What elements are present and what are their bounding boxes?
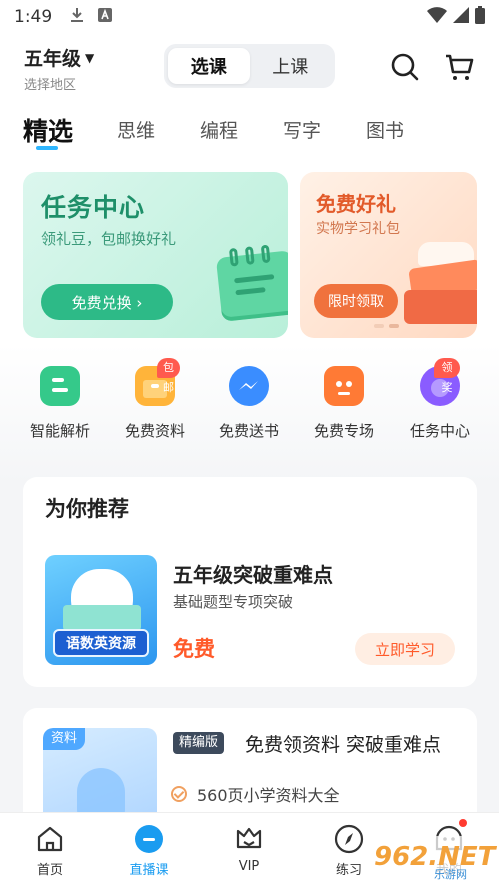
free-shipping-badge: 包邮	[157, 358, 180, 394]
tab-writing[interactable]: 写字	[283, 116, 321, 143]
watermark-logo: 962.NET 乐游网	[370, 836, 495, 884]
course-subtitle: 基础题型专项突破	[173, 593, 294, 611]
category-tabs: 精选 思维 编程 写字 图书	[0, 100, 499, 164]
region-label[interactable]: 选择地区	[24, 74, 94, 93]
quick-item-free-materials[interactable]: 包邮 免费资料	[107, 358, 203, 441]
book-stack-icon	[404, 290, 477, 324]
document-icon	[40, 366, 80, 406]
start-learning-button[interactable]: 立即学习	[355, 633, 455, 665]
course-mode-toggle: 选课 上课	[164, 44, 335, 88]
open-book-icon	[63, 605, 141, 631]
nav-vip[interactable]: VIP	[209, 823, 289, 874]
segment-select-course[interactable]: 选课	[168, 48, 250, 84]
nav-home[interactable]: 首页	[10, 823, 90, 878]
messenger-icon	[229, 366, 269, 406]
active-tab-indicator	[36, 146, 58, 150]
quick-item-label: 任务中心	[409, 422, 470, 440]
carousel-dots	[374, 324, 399, 328]
cart-icon[interactable]	[444, 52, 474, 82]
gift-bag-icon: 领奖	[420, 358, 460, 406]
home-icon	[34, 823, 66, 855]
course-title[interactable]: 五年级突破重难点	[173, 559, 333, 588]
quick-item-free-special[interactable]: 免费专场	[296, 366, 392, 441]
redeem-button[interactable]: 免费兑换 ›	[41, 284, 173, 320]
nav-live-class[interactable]: 直播课	[109, 823, 189, 878]
reward-badge: 领奖	[434, 358, 460, 394]
recommend-card: 为你推荐 语数英资源 五年级突破重难点 基础题型专项突破 免费 立即学习	[23, 477, 477, 687]
watermark-subtext: 乐游网	[434, 868, 467, 881]
banner-title: 免费好礼	[316, 192, 396, 216]
nav-label: VIP	[238, 859, 260, 874]
materials-tag: 资料	[43, 728, 86, 750]
tab-thinking[interactable]: 思维	[117, 116, 155, 143]
segment-attend-class[interactable]: 上课	[250, 48, 332, 84]
edition-badge: 精编版	[173, 732, 225, 754]
a-icon	[98, 8, 113, 26]
tab-featured[interactable]: 精选	[23, 112, 73, 148]
grade-selector[interactable]: 五年级 ▼ 选择地区	[24, 44, 94, 93]
quick-item-label: 免费专场	[313, 422, 374, 440]
quick-item-task-center[interactable]: 领奖 任务中心	[392, 358, 488, 441]
claim-button[interactable]: 限时领取	[314, 284, 398, 318]
live-class-icon	[133, 823, 165, 855]
wifi-icon	[427, 7, 447, 27]
download-icon	[70, 7, 84, 27]
battery-icon	[475, 6, 485, 28]
course-price: 免费	[173, 637, 215, 661]
quick-item-label: 智能解析	[29, 422, 90, 440]
banner-title: 任务中心	[41, 193, 146, 222]
robot-icon	[324, 366, 364, 406]
top-header: 五年级 ▼ 选择地区 选课 上课	[0, 34, 499, 100]
free-gift-banner[interactable]: 免费好礼 实物学习礼包 限时领取	[300, 172, 477, 338]
grade-label: 五年级	[24, 48, 82, 70]
search-icon[interactable]	[390, 52, 420, 82]
tab-books[interactable]: 图书	[366, 116, 404, 143]
box-icon: 包邮	[135, 358, 180, 406]
nav-label: 直播课	[129, 863, 169, 878]
thumbnail-label: 语数英资源	[53, 629, 149, 657]
section-heading: 为你推荐	[45, 497, 129, 521]
banner-subtitle: 领礼豆，包邮换好礼	[41, 230, 177, 248]
notification-dot	[459, 819, 467, 827]
nav-label: 首页	[36, 863, 63, 878]
task-center-banner[interactable]: 任务中心 领礼豆，包邮换好礼 免费兑换 ›	[23, 172, 288, 338]
check-circle-icon	[171, 786, 187, 802]
tab-programming[interactable]: 编程	[200, 116, 238, 143]
promo-feature: 560页小学资料大全	[197, 786, 340, 805]
quick-item-free-books[interactable]: 免费送书	[201, 366, 297, 441]
promo-title: 免费领资料 突破重难点	[245, 734, 442, 756]
status-time: 1:49	[14, 7, 53, 27]
status-bar: 1:49	[0, 0, 499, 34]
quick-item-smart-analysis[interactable]: 智能解析	[12, 366, 108, 441]
course-thumbnail[interactable]: 语数英资源	[45, 555, 157, 665]
compass-icon	[333, 823, 365, 855]
signal-icon	[453, 7, 469, 27]
notepad-icon	[215, 244, 288, 322]
quick-item-label: 免费资料	[124, 422, 185, 440]
quick-item-label: 免费送书	[218, 422, 279, 440]
vip-crown-icon	[233, 823, 265, 855]
caret-down-icon: ▼	[85, 51, 95, 65]
banner-subtitle: 实物学习礼包	[316, 221, 400, 237]
